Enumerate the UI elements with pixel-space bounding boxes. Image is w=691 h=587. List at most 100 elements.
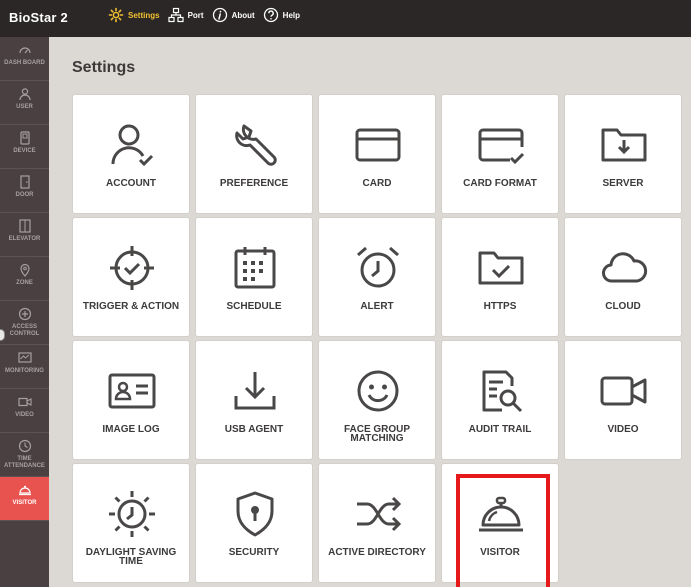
tile-label: IMAGE LOG	[102, 424, 160, 435]
gear-icon	[108, 7, 124, 23]
shuffle-icon	[357, 496, 402, 532]
device-icon	[19, 131, 30, 145]
top-nav: Settings Port About Help	[108, 7, 308, 23]
sidebar-item-visitor[interactable]: VISITOR	[0, 477, 49, 521]
download-icon	[234, 372, 276, 410]
tile-video[interactable]: VIDEO	[564, 340, 682, 460]
tile-active-directory[interactable]: ACTIVE DIRECTORY	[318, 463, 436, 583]
main-content: Settings ACCOUNT PREFERENCE CARD CARD FO…	[49, 37, 691, 587]
access-control-icon	[18, 307, 31, 321]
tile-label: VIDEO	[607, 424, 639, 435]
tile-label: ACCOUNT	[106, 178, 156, 189]
id-card-icon	[108, 373, 156, 409]
tile-label: ALERT	[360, 301, 394, 312]
nav-port-label: Port	[187, 10, 204, 20]
tile-daylight-saving-time[interactable]: DAYLIGHT SAVING TIME	[72, 463, 190, 583]
calendar-icon	[234, 247, 276, 289]
alarm-clock-icon	[357, 246, 399, 288]
tile-usb-agent[interactable]: USB AGENT	[195, 340, 313, 460]
highlight-box	[456, 474, 550, 587]
sidebar-item-zone[interactable]: ZONE	[0, 257, 49, 301]
nav-help[interactable]: Help	[263, 7, 300, 23]
app-logo: BioStar 2	[9, 10, 68, 25]
door-icon	[19, 175, 30, 189]
tile-server[interactable]: SERVER	[564, 94, 682, 214]
tile-label: FACE GROUP MATCHING	[343, 424, 411, 444]
tile-label: TRIGGER & ACTION	[82, 301, 180, 312]
elevator-icon	[18, 219, 31, 233]
server-folder-icon	[601, 128, 647, 162]
sidebar-item-door[interactable]: DOOR	[0, 169, 49, 213]
user-icon	[18, 88, 31, 101]
tile-trigger-action[interactable]: TRIGGER & ACTION	[72, 217, 190, 337]
tile-audit-trail[interactable]: AUDIT TRAIL	[441, 340, 559, 460]
dashboard-icon	[18, 47, 31, 54]
sidebar-item-video[interactable]: VIDEO	[0, 389, 49, 433]
crosshair-icon	[110, 246, 154, 290]
document-search-icon	[482, 370, 523, 413]
sun-clock-icon	[109, 491, 155, 537]
account-icon	[111, 124, 154, 167]
tile-label: CARD FORMAT	[463, 178, 537, 189]
video-camera-icon	[600, 376, 647, 406]
info-icon	[212, 7, 227, 23]
sidebar-label: ELEVATOR	[8, 236, 41, 242]
sidebar: DASH BOARD USER DEVICE DOOR ELEVATOR ZON…	[0, 37, 49, 587]
tile-face-group-matching[interactable]: FACE GROUP MATCHING	[318, 340, 436, 460]
tile-label: SECURITY	[228, 547, 280, 558]
tile-label: SERVER	[602, 178, 644, 189]
wrench-icon	[235, 124, 277, 166]
help-icon	[263, 7, 278, 23]
sidebar-label: DOOR	[15, 192, 34, 198]
smiley-icon	[357, 370, 399, 412]
sidebar-label: ZONE	[16, 280, 33, 286]
nav-about[interactable]: About	[212, 7, 255, 23]
sidebar-item-device[interactable]: DEVICE	[0, 125, 49, 169]
tile-schedule[interactable]: SCHEDULE	[195, 217, 313, 337]
sidebar-item-access-control[interactable]: ACCESS CONTROL	[0, 301, 49, 345]
network-icon	[167, 7, 184, 23]
tile-label: CLOUD	[605, 301, 641, 312]
sidebar-label: TIME ATTENDANCE	[4, 456, 45, 469]
visitor-icon	[18, 485, 31, 496]
sidebar-item-monitoring[interactable]: MONITORING	[0, 345, 49, 389]
tile-label: ACTIVE DIRECTORY	[328, 547, 426, 558]
sidebar-item-dashboard[interactable]: DASH BOARD	[0, 37, 49, 81]
sidebar-label: ACCESS CONTROL	[9, 324, 40, 337]
sidebar-item-elevator[interactable]: ELEVATOR	[0, 213, 49, 257]
tile-label: DAYLIGHT SAVING TIME	[85, 547, 177, 567]
sidebar-label: USER	[16, 104, 33, 110]
sidebar-item-time-attendance[interactable]: TIME ATTENDANCE	[0, 433, 49, 477]
sidebar-label: VISITOR	[12, 500, 37, 506]
card-format-icon	[478, 128, 525, 165]
nav-help-label: Help	[282, 10, 301, 20]
tile-card-format[interactable]: CARD FORMAT	[441, 94, 559, 214]
tile-image-log[interactable]: IMAGE LOG	[72, 340, 190, 460]
sidebar-label: DASH BOARD	[4, 60, 45, 66]
sidebar-label: MONITORING	[5, 368, 44, 374]
tile-alert[interactable]: ALERT	[318, 217, 436, 337]
sidebar-label: DEVICE	[13, 148, 36, 154]
folder-check-icon	[478, 251, 524, 285]
top-bar: BioStar 2 Settings Port About Help	[0, 0, 691, 37]
tile-label: HTTPS	[483, 301, 517, 312]
tile-label: PREFERENCE	[219, 178, 289, 189]
nav-settings[interactable]: Settings	[108, 7, 160, 23]
monitoring-icon	[17, 352, 32, 363]
nav-about-label: About	[231, 10, 255, 20]
tile-account[interactable]: ACCOUNT	[72, 94, 190, 214]
tile-preference[interactable]: PREFERENCE	[195, 94, 313, 214]
tile-security[interactable]: SECURITY	[195, 463, 313, 583]
tile-label: AUDIT TRAIL	[468, 424, 532, 435]
tile-label: USB AGENT	[224, 424, 284, 435]
cloud-icon	[602, 252, 648, 283]
tile-label: CARD	[362, 178, 392, 189]
video-icon	[17, 397, 32, 407]
nav-port[interactable]: Port	[167, 7, 204, 23]
nav-settings-label: Settings	[128, 10, 160, 20]
tile-card[interactable]: CARD	[318, 94, 436, 214]
sidebar-item-user[interactable]: USER	[0, 81, 49, 125]
tile-https[interactable]: HTTPS	[441, 217, 559, 337]
tile-cloud[interactable]: CLOUD	[564, 217, 682, 337]
shield-lock-icon	[236, 491, 274, 537]
